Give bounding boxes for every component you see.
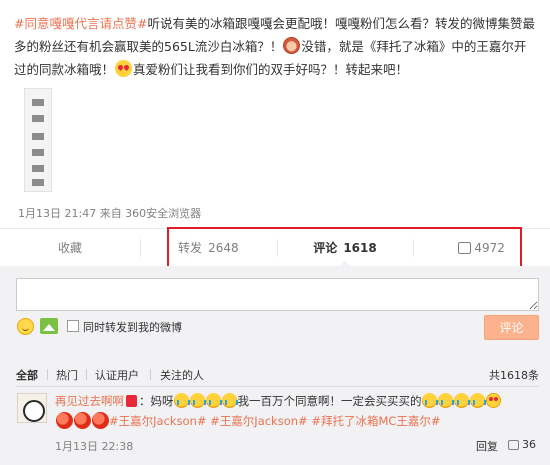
forward-checkbox[interactable]	[67, 320, 79, 332]
avatar[interactable]	[17, 393, 47, 423]
comment-username[interactable]: 再见过去啊啊	[55, 394, 124, 408]
post-meta: 1月13日 21:47 来自 360安全浏览器	[18, 207, 202, 220]
red-heart-face-icon	[73, 412, 91, 429]
comment-button[interactable]: 评论 1618	[276, 229, 414, 267]
red-heart-face-icon	[91, 412, 109, 429]
repost-count: 2648	[208, 240, 239, 255]
post-image-thumbnail[interactable]	[24, 88, 52, 192]
thumb-strip	[32, 133, 44, 140]
comment-body: 再见过去啊啊 ：妈呀 我一百万个同意啊！一定会买买买的 #王嘉尔Jackson# #…	[55, 391, 535, 431]
like-count: 4972	[474, 240, 505, 255]
post-text-part3: 真爱粉们让我看到你们的双手好吗？！转起来吧！	[133, 62, 409, 77]
crying-face-icon	[222, 393, 238, 408]
post-text: #同意嘎嘎代言请点赞#听说有美的冰箱跟嘎嘎会更配哦！嘎嘎粉们怎么看？转发的微博集…	[14, 12, 538, 81]
repost-button[interactable]: 转发 2648	[140, 229, 277, 266]
thumb-strip	[32, 115, 44, 122]
heart-eyes-icon	[115, 60, 133, 77]
image-upload-icon[interactable]	[40, 318, 58, 334]
thumb-strip	[32, 99, 44, 106]
forward-label: 同时转发到我的微博	[83, 321, 182, 334]
favorite-button[interactable]: 收藏	[0, 229, 140, 266]
action-divider	[276, 239, 278, 257]
post-action-bar: 收藏 转发 2648 评论 1618 4972	[0, 228, 550, 267]
thumbs-up-icon	[458, 241, 472, 254]
crying-face-icon	[438, 393, 454, 408]
filter-following[interactable]: 关注的人	[160, 367, 204, 383]
comment-like-button[interactable]: 36	[508, 438, 536, 451]
member-badge-icon	[126, 395, 137, 407]
action-divider	[140, 239, 141, 257]
red-heart-face-icon	[55, 412, 73, 429]
reply-button[interactable]: 回复	[476, 438, 498, 454]
filter-hot[interactable]: 热门	[56, 367, 78, 383]
comment-like-count: 36	[522, 438, 536, 451]
filter-divider	[150, 369, 151, 380]
thumb-strip	[32, 149, 44, 156]
crying-face-icon	[454, 393, 470, 408]
filter-all[interactable]: 全部	[16, 367, 38, 383]
comment-middle: 我一百万个同意啊！一定会买买买的	[237, 394, 422, 408]
crying-face-icon	[190, 393, 206, 408]
crying-face-icon	[470, 393, 486, 408]
filter-verified[interactable]: 认证用户	[95, 367, 139, 383]
comment-hashtags[interactable]: #王嘉尔Jackson# #王嘉尔Jackson# #拜托了冰箱MC王嘉尔#	[109, 414, 441, 428]
comment-filter-bar: 全部 热门 认证用户 关注的人 共1618条	[16, 367, 539, 387]
crying-face-icon	[422, 393, 438, 408]
thumb-strip	[32, 165, 44, 172]
comment-count: 1618	[343, 240, 377, 255]
monkey-face-icon	[283, 37, 301, 54]
submit-comment-button[interactable]: 评论	[484, 315, 539, 340]
filter-divider	[86, 369, 87, 380]
comment-time: 1月13日 22:38	[55, 440, 134, 453]
crying-face-icon	[174, 393, 190, 408]
comment-total-count: 共1618条	[489, 369, 539, 382]
comment-prefix: ：妈呀	[139, 394, 174, 408]
like-button[interactable]: 4972	[413, 229, 550, 266]
repost-label: 转发	[178, 241, 203, 255]
comment-input[interactable]	[16, 278, 539, 311]
filter-divider	[47, 369, 48, 380]
favorite-label: 收藏	[57, 241, 82, 255]
emoji-picker-icon[interactable]	[17, 318, 34, 335]
thumbs-up-icon	[508, 439, 519, 450]
action-divider	[413, 239, 415, 257]
comment-label: 评论	[313, 241, 338, 255]
comment-panel: 同时转发到我的微博 评论 全部 热门 认证用户 关注的人 共1618条 再见过去…	[0, 266, 550, 465]
filter-divider-line	[16, 386, 539, 387]
crying-face-icon	[206, 393, 222, 408]
thumb-strip	[32, 179, 44, 186]
heart-eyes-icon	[486, 393, 501, 408]
topic-tag-link[interactable]: #同意嘎嘎代言请点赞#	[14, 16, 147, 31]
